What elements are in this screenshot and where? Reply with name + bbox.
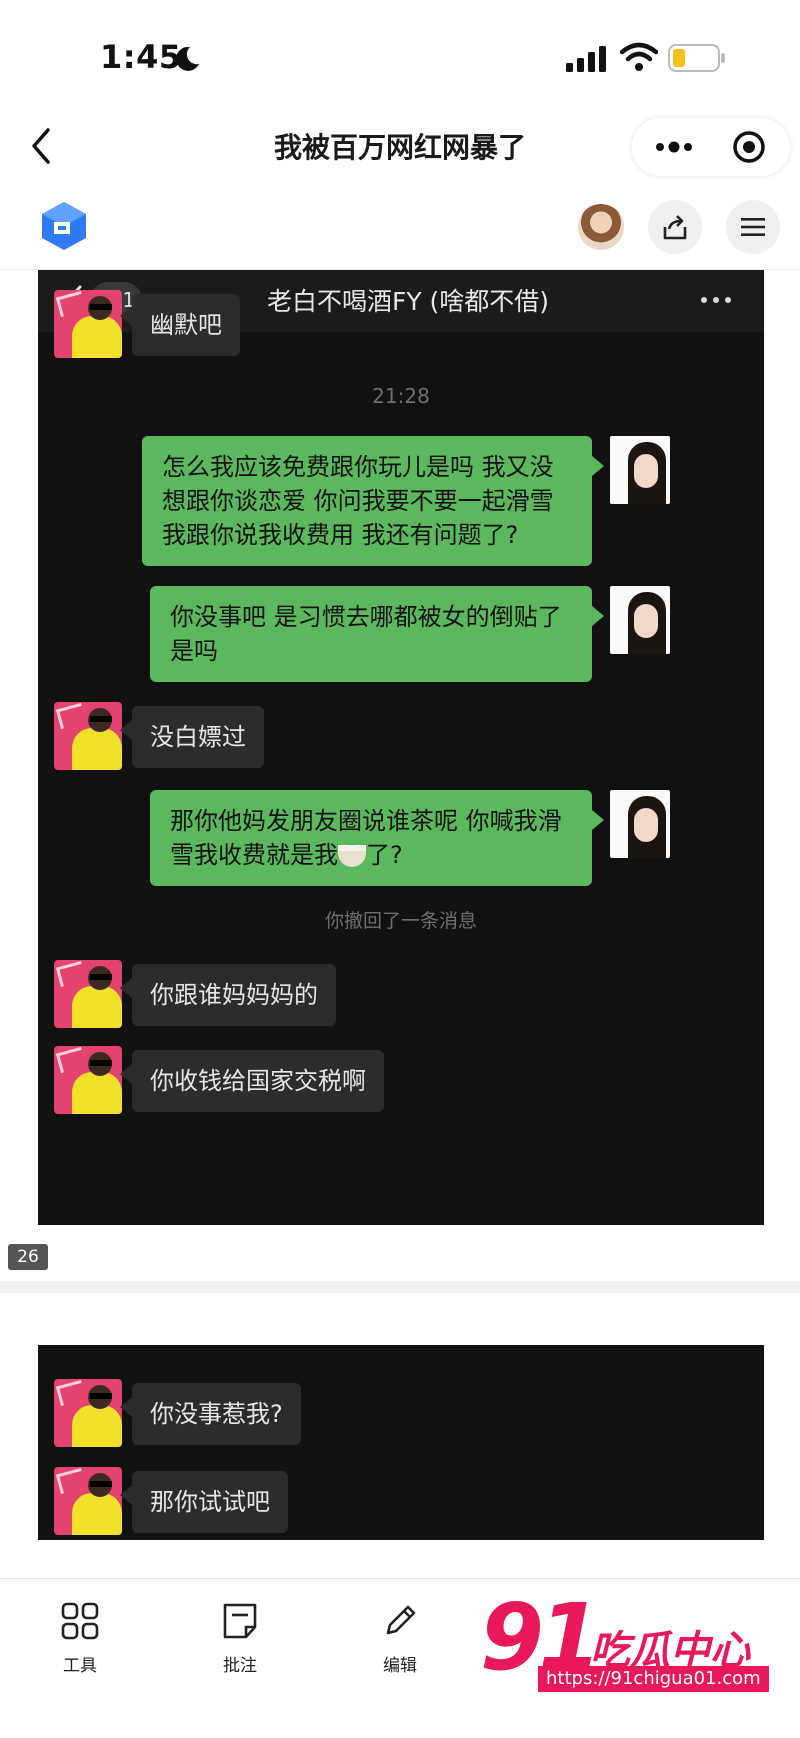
message-bubble-left: 那你试试吧 bbox=[132, 1471, 288, 1533]
page-number: 26 bbox=[8, 1244, 48, 1270]
user-avatar bbox=[610, 586, 670, 654]
page-title: 我被百万网红网暴了 bbox=[273, 131, 526, 164]
contact-avatar bbox=[54, 1046, 122, 1114]
watermark-logo: 91 吃瓜中心 https://91chigua01.com bbox=[480, 1590, 770, 1705]
moon-icon bbox=[176, 46, 199, 71]
close-target-icon[interactable] bbox=[732, 130, 766, 164]
message-bubble-left: 你收钱给国家交税啊 bbox=[132, 1050, 384, 1112]
annotate-button[interactable]: 批注 bbox=[200, 1601, 280, 1676]
chat-screenshot: 111 老白不喝酒FY (啥都不借) 幽默吧 21:28 怎么我应该免费跟你玩儿… bbox=[38, 270, 764, 1225]
watermark-url: https://91chigua01.com bbox=[538, 1666, 769, 1692]
hamburger-icon bbox=[741, 218, 765, 236]
status-time: 1:45 bbox=[100, 38, 182, 76]
page-divider bbox=[0, 1281, 800, 1293]
tools-button[interactable]: 工具 bbox=[40, 1601, 120, 1676]
share-button[interactable] bbox=[648, 200, 702, 254]
tea-bowl-emoji-icon bbox=[338, 845, 366, 867]
chat-time: 21:28 bbox=[372, 384, 430, 408]
mini-program-capsule bbox=[632, 118, 790, 176]
message-line: 你没事吧 是习惯去哪都被女的倒贴了 bbox=[170, 603, 562, 631]
message-line: 那你他妈发朋友圈说谁茶呢 你喊我滑 bbox=[170, 807, 562, 835]
note-icon bbox=[223, 1603, 257, 1639]
contact-avatar bbox=[54, 290, 122, 358]
wifi-icon bbox=[620, 42, 658, 71]
message-line: 怎么我应该免费跟你玩儿是吗 我又没 bbox=[162, 453, 554, 481]
edit-button[interactable]: 编辑 bbox=[360, 1601, 440, 1676]
message-bubble-right: 你没事吧 是习惯去哪都被女的倒贴了 是吗 bbox=[150, 586, 592, 682]
system-note: 你撤回了一条消息 bbox=[324, 910, 477, 932]
contact-avatar bbox=[54, 1379, 122, 1447]
avatar[interactable] bbox=[578, 204, 624, 250]
battery-icon bbox=[668, 44, 725, 72]
user-avatar bbox=[610, 436, 670, 504]
message-bubble-right: 那你他妈发朋友圈说谁茶呢 你喊我滑 雪我收费就是我 了? bbox=[150, 790, 592, 886]
annotate-label: 批注 bbox=[223, 1656, 257, 1676]
menu-button[interactable] bbox=[726, 200, 780, 254]
back-icon[interactable] bbox=[26, 126, 56, 166]
message-bubble-left: 你跟谁妈妈妈的 bbox=[132, 964, 336, 1026]
grid-icon bbox=[61, 1602, 99, 1640]
contact-avatar bbox=[54, 702, 122, 770]
contact-avatar bbox=[54, 1467, 122, 1535]
tools-label: 工具 bbox=[63, 1656, 97, 1676]
message-bubble-right: 怎么我应该免费跟你玩儿是吗 我又没 想跟你谈恋爱 你问我要不要一起滑雪 我跟你说… bbox=[142, 436, 592, 566]
app-logo-icon bbox=[42, 202, 86, 250]
edit-label: 编辑 bbox=[383, 1656, 417, 1676]
message-bubble-left: 你没事惹我? bbox=[132, 1383, 301, 1445]
message-line: 是吗 bbox=[170, 637, 218, 665]
doc-toolbar bbox=[0, 186, 800, 270]
message-bubble-left: 没白嫖过 bbox=[132, 706, 264, 768]
signal-icon bbox=[566, 46, 606, 72]
user-avatar bbox=[610, 790, 670, 858]
pencil-icon bbox=[386, 1605, 416, 1635]
status-bar: 1:45 bbox=[0, 0, 800, 110]
more-icon bbox=[701, 297, 731, 303]
message-line: 我跟你说我收费用 我还有问题了? bbox=[162, 521, 519, 549]
more-dots-icon[interactable] bbox=[654, 134, 694, 160]
message-bubble-left: 幽默吧 bbox=[132, 294, 240, 356]
nav-bar: 我被百万网红网暴了 bbox=[0, 110, 800, 186]
message-line: 想跟你谈恋爱 你问我要不要一起滑雪 bbox=[162, 487, 554, 515]
message-line: 雪我收费就是我 了? bbox=[170, 841, 403, 869]
chat-title: 老白不喝酒FY (啥都不借) bbox=[266, 287, 550, 316]
share-icon bbox=[663, 215, 687, 240]
chat-screenshot-2: 你没事惹我? 那你试试吧 bbox=[38, 1345, 764, 1540]
contact-avatar bbox=[54, 960, 122, 1028]
